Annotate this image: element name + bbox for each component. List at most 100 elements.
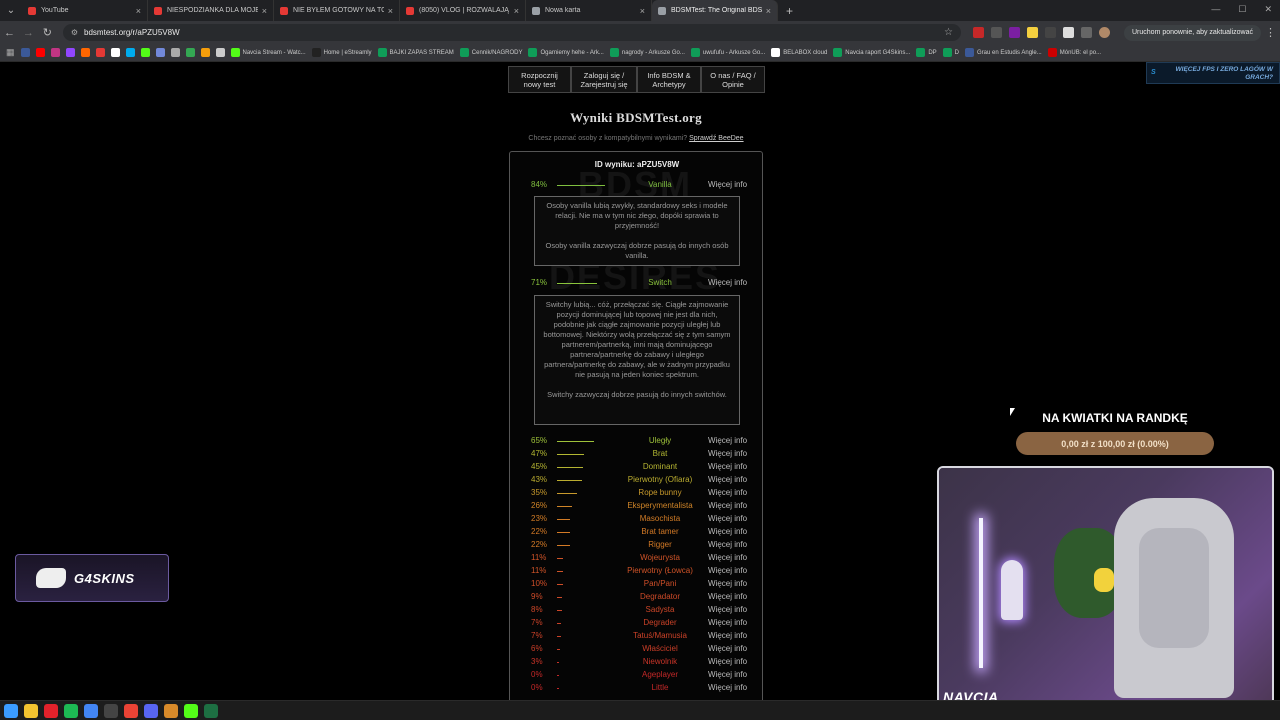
more-info-link[interactable]: Więcej info	[708, 180, 747, 189]
app-icon[interactable]	[124, 703, 138, 718]
more-info-link[interactable]: Więcej info	[708, 278, 747, 287]
bookmark-item[interactable]: BAJKI ZAPAS STREAM	[377, 48, 454, 57]
relaunch-button[interactable]: Uruchom ponownie, aby zaktualizować	[1124, 24, 1262, 41]
bookmark-star-icon[interactable]: ☆	[944, 27, 953, 38]
kick-icon[interactable]	[184, 703, 198, 718]
more-info-link[interactable]: Więcej info	[708, 540, 747, 549]
more-info-link[interactable]: Więcej info	[708, 579, 747, 588]
extension-icon[interactable]	[1045, 27, 1056, 38]
bookmark-item[interactable]	[80, 48, 90, 57]
bookmark-item[interactable]	[170, 48, 180, 57]
bookmark-item[interactable]: Navcia Stream - Watc...	[230, 48, 306, 57]
more-info-link[interactable]: Więcej info	[708, 514, 747, 523]
menu-icon[interactable]: ⋮	[1261, 26, 1280, 39]
bookmark-item[interactable]	[155, 48, 165, 57]
browser-tab[interactable]: YouTube ×	[22, 0, 148, 21]
browser-tab[interactable]: (8050) VLOG | ROZWALAJĄ MNIE... ×	[400, 0, 526, 21]
minimize-icon[interactable]: —	[1211, 4, 1220, 15]
more-info-link[interactable]: Więcej info	[708, 618, 747, 627]
browser-tab[interactable]: NIE BYŁEM GOTOWY NA TO WYZ... ×	[274, 0, 400, 21]
excel-icon[interactable]	[204, 703, 218, 718]
browser-icon[interactable]	[144, 703, 158, 718]
more-info-link[interactable]: Więcej info	[708, 501, 747, 510]
reload-icon[interactable]: ↻	[38, 26, 57, 39]
obs-icon[interactable]	[104, 703, 118, 718]
close-tab-icon[interactable]: ×	[640, 6, 645, 16]
bookmark-item[interactable]: nagrody - Arkusze Go...	[609, 48, 685, 57]
new-tab-button[interactable]: +	[786, 4, 793, 18]
bookmark-item[interactable]	[125, 48, 135, 57]
tab-search-icon[interactable]: ⌄	[0, 5, 22, 16]
bookmark-item[interactable]: Home | eStreamly	[311, 48, 372, 57]
more-info-link[interactable]: Więcej info	[708, 605, 747, 614]
back-icon[interactable]: ←	[0, 27, 19, 39]
file-explorer-icon[interactable]	[24, 703, 38, 718]
site-nav-button[interactable]: Rozpocznij nowy test	[508, 66, 571, 93]
puzzle-icon[interactable]	[1081, 27, 1092, 38]
sponsor-ad-banner[interactable]: S WIĘCEJ FPS I ZERO LAGÓW W GRACH?	[1146, 62, 1280, 84]
site-info-icon[interactable]: ⚙	[71, 28, 78, 37]
bookmark-item[interactable]: DP	[916, 48, 937, 57]
chrome-icon[interactable]	[84, 703, 98, 718]
maximize-icon[interactable]: ☐	[1238, 4, 1246, 15]
bookmark-item[interactable]: uwufufu - Arkusze Go...	[690, 48, 765, 57]
bookmark-item[interactable]	[95, 48, 105, 57]
bookmark-item[interactable]	[215, 48, 225, 57]
bookmark-item[interactable]	[140, 48, 150, 57]
bookmark-item[interactable]: MónUB: el po...	[1047, 48, 1101, 57]
extension-icon[interactable]	[973, 27, 984, 38]
more-info-link[interactable]: Więcej info	[708, 553, 747, 562]
more-info-link[interactable]: Więcej info	[708, 670, 747, 679]
profile-avatar-icon[interactable]	[1099, 27, 1110, 38]
more-info-link[interactable]: Więcej info	[708, 462, 747, 471]
close-tab-icon[interactable]: ×	[136, 6, 141, 16]
windows-icon[interactable]	[4, 703, 18, 718]
bookmark-item[interactable]	[185, 48, 195, 57]
close-tab-icon[interactable]: ×	[514, 6, 519, 16]
bookmark-item[interactable]: BELABOX cloud	[771, 48, 827, 57]
apps-grid-icon[interactable]: ▦	[6, 47, 15, 58]
more-info-link[interactable]: Więcej info	[708, 449, 747, 458]
more-info-link[interactable]: Więcej info	[708, 488, 747, 497]
site-nav-button[interactable]: Zaloguj się / Zarejestruj się	[571, 66, 637, 93]
more-info-link[interactable]: Więcej info	[708, 631, 747, 640]
browser-tab[interactable]: NIESPODZIANKA DLA MOJEGO M... ×	[148, 0, 274, 21]
site-nav-button[interactable]: O nas / FAQ / Opinie	[701, 66, 765, 93]
forward-icon[interactable]: →	[19, 27, 38, 39]
more-info-link[interactable]: Więcej info	[708, 592, 747, 601]
bookmark-item[interactable]	[110, 48, 120, 57]
address-bar[interactable]: ⚙ bdsmtest.org/r/aPZU5V8W ☆	[62, 24, 961, 41]
extension-icon[interactable]	[1063, 27, 1074, 38]
bookmark-item[interactable]: Cennik/NAGRODY	[459, 48, 522, 57]
more-info-link[interactable]: Więcej info	[708, 683, 747, 692]
site-nav-button[interactable]: Info BDSM & Archetypy	[637, 66, 701, 93]
bookmark-item[interactable]	[20, 48, 30, 57]
bookmark-item[interactable]: Navcia raport G4Skins...	[833, 48, 910, 57]
close-tab-icon[interactable]: ×	[262, 6, 267, 16]
bookmark-item[interactable]	[200, 48, 210, 57]
browser-tab[interactable]: BDSMTest: The Original BDSM &... ×	[652, 0, 778, 21]
streamlabs-icon[interactable]	[164, 703, 178, 718]
bookmark-item[interactable]: Ogarniemy hehe - Ark...	[528, 48, 604, 57]
bookmark-item[interactable]	[35, 48, 45, 57]
opera-icon[interactable]	[44, 703, 58, 718]
close-tab-icon[interactable]: ×	[388, 6, 393, 16]
extension-icon[interactable]	[1009, 27, 1020, 38]
close-window-icon[interactable]: ✕	[1264, 4, 1272, 15]
browser-tab[interactable]: Nowa karta ×	[526, 0, 652, 21]
close-tab-icon[interactable]: ×	[766, 6, 771, 16]
more-info-link[interactable]: Więcej info	[708, 657, 747, 666]
bookmark-item[interactable]: D	[942, 48, 959, 57]
bookmark-item[interactable]: Grau en Estudis Angle...	[965, 48, 1042, 57]
more-info-link[interactable]: Więcej info	[708, 475, 747, 484]
more-info-link[interactable]: Więcej info	[708, 644, 747, 653]
extension-icon[interactable]	[1027, 27, 1038, 38]
beedee-link[interactable]: Sprawdź BeeDee	[689, 135, 743, 142]
more-info-link[interactable]: Więcej info	[708, 566, 747, 575]
bookmark-item[interactable]	[50, 48, 60, 57]
bookmark-item[interactable]	[65, 48, 75, 57]
spotify-icon[interactable]	[64, 703, 78, 718]
more-info-link[interactable]: Więcej info	[708, 436, 747, 445]
more-info-link[interactable]: Więcej info	[708, 527, 747, 536]
extension-icon[interactable]	[991, 27, 1002, 38]
